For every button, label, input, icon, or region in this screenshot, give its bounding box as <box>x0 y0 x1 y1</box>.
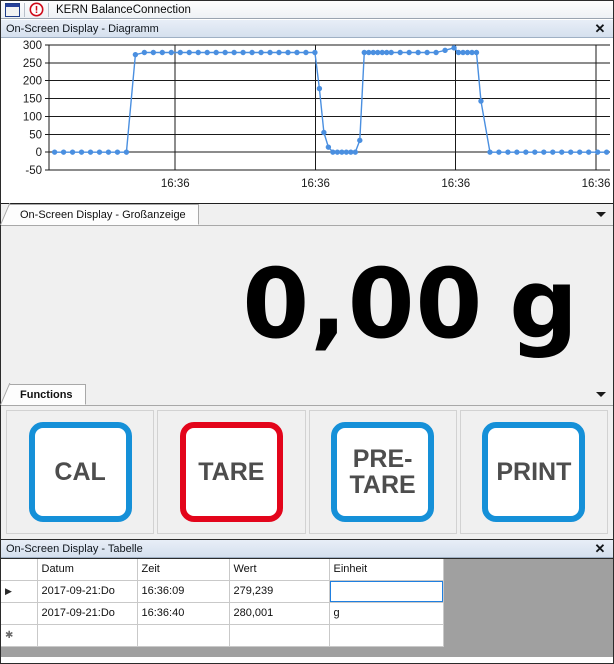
row-selector-icon[interactable]: ▶ <box>1 580 37 602</box>
cal-button[interactable]: CAL <box>29 422 132 522</box>
toolbar-separator-2 <box>48 3 49 17</box>
svg-text:16:36: 16:36 <box>301 178 330 190</box>
weight-value: 0,00 <box>242 259 483 350</box>
cell-wert[interactable] <box>229 624 329 646</box>
table-row[interactable]: ▶ 2017-09-21:Do16:36:09279,239g <box>1 580 443 602</box>
line-chart: -50 0 50 100 150 200 250 300 16:36 16:36 16:36 16:3… <box>1 38 613 203</box>
error-circle-icon[interactable] <box>29 2 44 17</box>
table-panel: On-Screen Display - Tabelle ✕ DatumZeitW… <box>1 539 613 657</box>
app-window: KERN BalanceConnection On-Screen Display… <box>0 0 614 664</box>
cell-wert[interactable]: 279,239 <box>229 580 329 602</box>
svg-text:16:36: 16:36 <box>161 178 190 190</box>
data-grid[interactable]: DatumZeitWertEinheit ▶ 2017-09-21:Do16:36… <box>1 559 444 647</box>
diagram-panel-title: On-Screen Display - Diagramm <box>6 23 589 35</box>
svg-text:250: 250 <box>23 58 42 70</box>
cell-einheit[interactable] <box>329 624 443 646</box>
data-grid-wrapper[interactable]: DatumZeitWertEinheit ▶ 2017-09-21:Do16:36… <box>1 558 613 657</box>
pre-tare-button-label: PRE- TARE <box>350 446 416 498</box>
cell-wert[interactable]: 280,001 <box>229 602 329 624</box>
print-button-label: PRINT <box>496 459 571 485</box>
svg-text:100: 100 <box>23 111 42 123</box>
cell-einheit[interactable]: g <box>329 580 443 602</box>
close-icon[interactable]: ✕ <box>589 20 611 37</box>
functions-button-row: CAL TARE PRE- TARE PRINT <box>1 406 613 539</box>
table-panel-title: On-Screen Display - Tabelle <box>6 543 589 555</box>
cell-einheit[interactable]: g <box>329 602 443 624</box>
toolbar-separator <box>24 3 25 17</box>
cal-button-label: CAL <box>54 459 105 485</box>
tare-button-label: TARE <box>198 459 264 485</box>
svg-text:16:36: 16:36 <box>441 178 470 190</box>
chevron-down-icon[interactable] <box>589 204 613 225</box>
function-cell-3: PRE- TARE <box>309 410 457 534</box>
bigdisplay-body: 0,00 g <box>1 226 613 384</box>
function-cell-4: PRINT <box>460 410 608 534</box>
tab-functions-label: Functions <box>20 389 73 401</box>
column-header-zeit[interactable]: Zeit <box>137 559 229 580</box>
column-header-einheit[interactable]: Einheit <box>329 559 443 580</box>
chevron-down-glyph <box>596 212 606 217</box>
new-row-icon[interactable]: ✱ <box>1 624 37 646</box>
svg-text:200: 200 <box>23 76 42 88</box>
tab-functions[interactable]: Functions <box>9 384 86 405</box>
window-title: KERN BalanceConnection <box>56 4 191 16</box>
close-icon-2[interactable]: ✕ <box>589 540 611 557</box>
tab-grossanzeige-label: On-Screen Display - Großanzeige <box>20 209 186 221</box>
cell-zeit[interactable]: 16:36:09 <box>137 580 229 602</box>
cell-datum[interactable]: 2017-09-21:Do <box>37 580 137 602</box>
table-row[interactable]: 2017-09-21:Do16:36:40280,001g <box>1 602 443 624</box>
row-marker-glyph: ✱ <box>5 630 13 641</box>
tab-grossanzeige[interactable]: On-Screen Display - Großanzeige <box>9 204 199 225</box>
column-header-wert[interactable]: Wert <box>229 559 329 580</box>
bigdisplay-tabstrip: On-Screen Display - Großanzeige <box>1 204 613 226</box>
print-button[interactable]: PRINT <box>482 422 585 522</box>
cell-datum[interactable] <box>37 624 137 646</box>
svg-text:-50: -50 <box>25 165 42 177</box>
column-header-datum[interactable]: Datum <box>37 559 137 580</box>
row-selector-icon[interactable] <box>1 602 37 624</box>
pre-tare-button[interactable]: PRE- TARE <box>331 422 434 522</box>
diagram-chart-panel[interactable]: -50 0 50 100 150 200 250 300 16:36 16:36 16:36 16:3… <box>1 38 613 204</box>
svg-text:16:36: 16:36 <box>582 178 611 190</box>
data-grid-header-row: DatumZeitWertEinheit <box>1 559 443 580</box>
chevron-down-glyph-2 <box>596 392 606 397</box>
diagram-panel-header: On-Screen Display - Diagramm ✕ <box>1 19 613 38</box>
chevron-down-icon-2[interactable] <box>589 384 613 405</box>
tabstrip-filler <box>199 204 589 225</box>
bigdisplay-panel: On-Screen Display - Großanzeige 0,00 g <box>1 204 613 384</box>
cell-datum[interactable]: 2017-09-21:Do <box>37 602 137 624</box>
function-cell-2: TARE <box>157 410 305 534</box>
functions-panel: Functions CAL TARE PRE- TARE PRINT <box>1 384 613 539</box>
table-row[interactable]: ✱ <box>1 624 443 646</box>
functions-tabstrip: Functions <box>1 384 613 406</box>
svg-text:300: 300 <box>23 40 42 52</box>
table-panel-header: On-Screen Display - Tabelle ✕ <box>1 539 613 558</box>
svg-text:50: 50 <box>29 129 42 141</box>
tare-button[interactable]: TARE <box>180 422 283 522</box>
tabstrip-filler-2 <box>86 384 589 405</box>
window-restore-icon[interactable] <box>5 3 20 17</box>
cell-zeit[interactable]: 16:36:40 <box>137 602 229 624</box>
weight-unit: g <box>509 259 579 350</box>
function-cell-1: CAL <box>6 410 154 534</box>
window-titlebar: KERN BalanceConnection <box>1 1 613 19</box>
svg-text:150: 150 <box>23 94 42 106</box>
row-marker-glyph: ▶ <box>5 586 12 596</box>
cell-zeit[interactable] <box>137 624 229 646</box>
column-header-selector[interactable] <box>1 559 37 580</box>
svg-text:0: 0 <box>36 147 42 159</box>
